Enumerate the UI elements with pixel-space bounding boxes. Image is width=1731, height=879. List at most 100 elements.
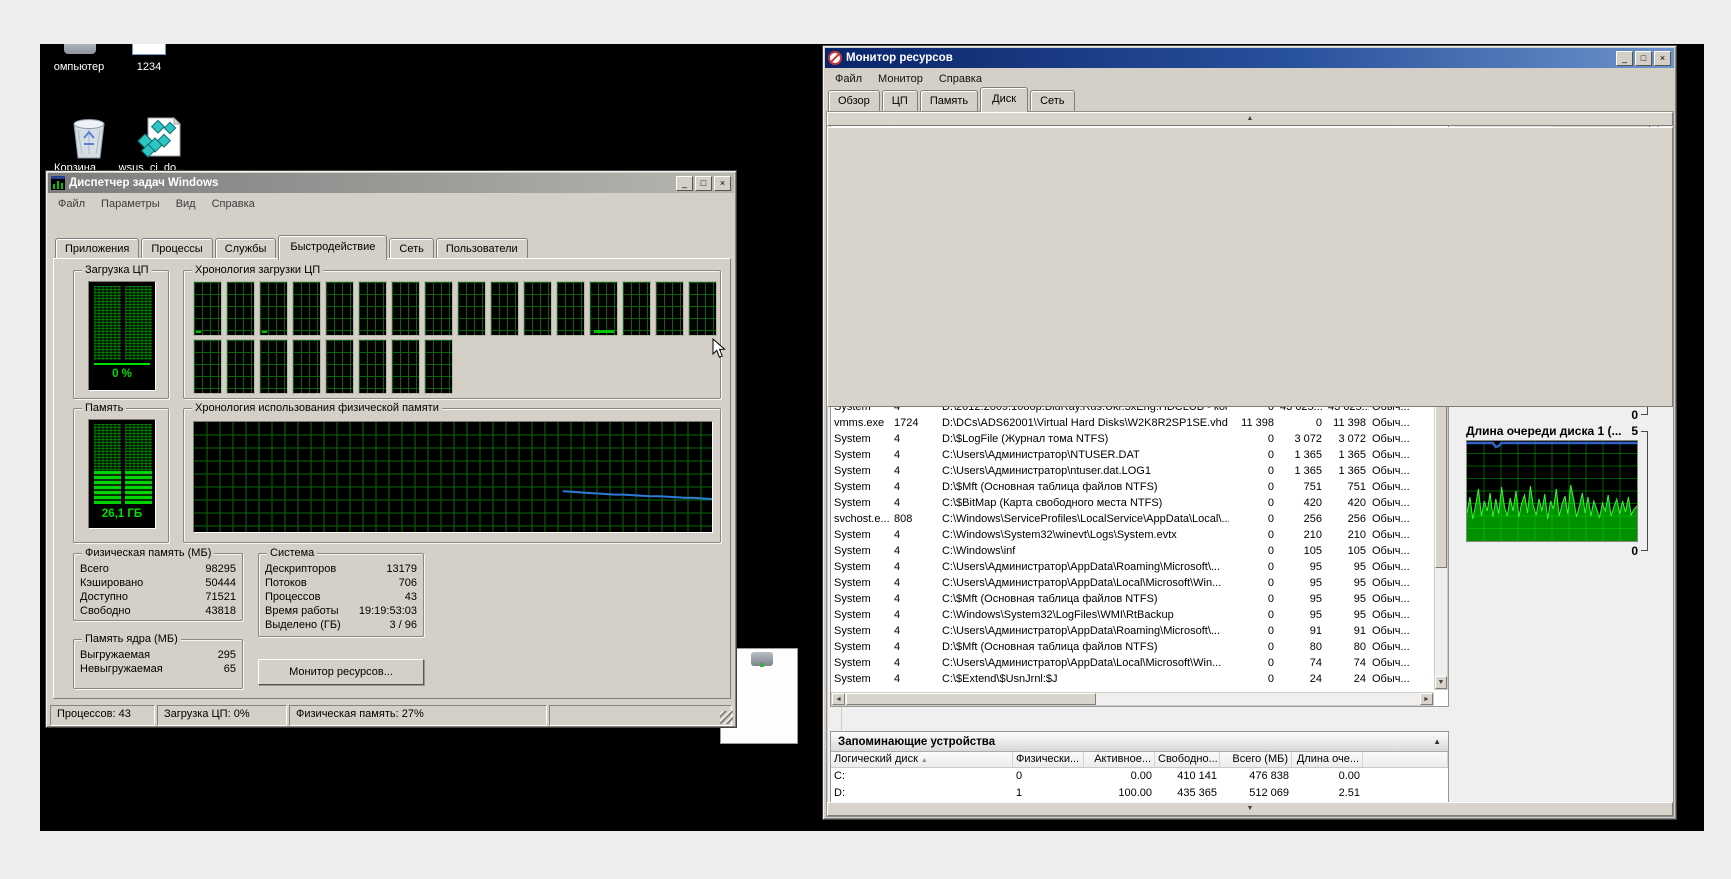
- rm-tab-0[interactable]: Обзор: [828, 90, 880, 111]
- scroll-left-button[interactable]: ◄: [832, 693, 845, 705]
- system-group: Система Дескрипторов13179Потоков706Проце…: [258, 553, 424, 637]
- resource-monitor-button[interactable]: Монитор ресурсов...: [258, 659, 424, 685]
- resource-monitor-icon: [828, 51, 842, 65]
- scroll-up-button[interactable]: ▲: [827, 112, 1673, 126]
- screenshot-frame: омпьютер 1234 Корзина: [0, 0, 1731, 879]
- cpu-activity-spark: [262, 331, 267, 333]
- minimize-button[interactable]: _: [1616, 51, 1633, 66]
- vertical-scrollbar[interactable]: ▲ ▼: [1434, 383, 1448, 690]
- close-button[interactable]: ×: [714, 176, 731, 191]
- cpu-usage-value: 0 %: [89, 368, 155, 380]
- table-row[interactable]: System4C:\Users\Администратор\ntuser.dat…: [831, 463, 1434, 479]
- desktop-icon-computer-label[interactable]: омпьютер: [40, 61, 118, 73]
- scroll-right-button[interactable]: ►: [1420, 693, 1433, 705]
- table-row[interactable]: System4C:\Windows\System32\LogFiles\WMI\…: [831, 607, 1434, 623]
- table-row[interactable]: System4C:\Users\Администратор\AppData\Lo…: [831, 655, 1434, 671]
- desktop-icon-1234-label[interactable]: 1234: [124, 61, 174, 73]
- tm-menu-item-2[interactable]: Вид: [168, 196, 204, 212]
- horizontal-scrollbar[interactable]: ◄ ►: [831, 692, 1434, 706]
- tm-tab-1[interactable]: Процессы: [141, 238, 212, 259]
- cpu-core-history-graph: [292, 281, 321, 336]
- memory-history-chart: [193, 421, 713, 533]
- scale-bracket: [1641, 431, 1648, 551]
- scrollbar-thumb[interactable]: [827, 127, 1673, 407]
- tab-strip: ПриложенияПроцессыСлужбыБыстродействиеСе…: [55, 235, 530, 259]
- rm-tab-2[interactable]: Память: [920, 90, 978, 111]
- table-row[interactable]: System4C:\Windows\inf0105105Обыч...: [831, 543, 1434, 559]
- tm-tab-4[interactable]: Сеть: [389, 238, 433, 259]
- table-row[interactable]: System4C:\Users\Администратор\AppData\Ro…: [831, 559, 1434, 575]
- graph-scale-label: 5: [1631, 424, 1638, 438]
- cpu-core-history-graph: [259, 281, 288, 336]
- cpu-core-history-graph: [325, 281, 354, 336]
- table-row[interactable]: System4D:\$Mft (Основная таблица файлов …: [831, 639, 1434, 655]
- column-header[interactable]: Всего (МБ): [1220, 752, 1292, 767]
- scrollbar-thumb[interactable]: [1435, 398, 1447, 568]
- tm-tab-2[interactable]: Службы: [215, 238, 277, 259]
- table-row[interactable]: System4C:\$Mft (Основная таблица файлов …: [831, 591, 1434, 607]
- close-button[interactable]: ×: [1654, 51, 1671, 66]
- title-bar[interactable]: Диспетчер задач Windows _□×: [48, 173, 734, 193]
- table-row[interactable]: System4C:\$Extend\$UsnJrnl:$J02424Обыч..…: [831, 671, 1434, 687]
- table-row[interactable]: System4D:\$Mft (Основная таблица файлов …: [831, 479, 1434, 495]
- tm-tab-3[interactable]: Быстродействие: [278, 235, 387, 260]
- table-row[interactable]: System4C:\Users\Администратор\NTUSER.DAT…: [831, 447, 1434, 463]
- table-row[interactable]: D:1100.00435 365512 0692.51: [831, 785, 1448, 802]
- menu-bar: ФайлМониторСправка: [825, 69, 1674, 88]
- rm-tab-4[interactable]: Сеть: [1030, 90, 1074, 111]
- collapse-icon[interactable]: ▲: [1433, 737, 1441, 746]
- resize-grip[interactable]: [720, 711, 733, 724]
- registry-file-icon: [136, 114, 182, 160]
- rm-menu-item-0[interactable]: Файл: [827, 71, 870, 87]
- cpu-core-history-graph: [523, 281, 552, 336]
- cpu-core-history-graph: [490, 281, 519, 336]
- column-header[interactable]: Физически...: [1013, 752, 1084, 767]
- graph-title-text: Длина очереди диска 1 (...: [1466, 424, 1622, 438]
- stat-row: Выгружаемая295: [80, 648, 236, 662]
- cpu-core-history-graph: [589, 281, 618, 336]
- cpu-core-history-graph: [193, 281, 222, 336]
- tm-menu-item-1[interactable]: Параметры: [93, 196, 168, 212]
- tm-menu-item-3[interactable]: Справка: [204, 196, 263, 212]
- column-header[interactable]: Активное...: [1084, 752, 1155, 767]
- title-bar[interactable]: Монитор ресурсов _□×: [825, 48, 1674, 68]
- column-header[interactable]: Свободно...: [1155, 752, 1220, 767]
- maximize-button[interactable]: □: [1635, 51, 1652, 66]
- cpu-core-history-graph: [424, 339, 453, 394]
- column-header[interactable]: Логический диск▲: [831, 752, 1013, 767]
- rm-menu-item-1[interactable]: Монитор: [870, 71, 931, 87]
- minimize-button[interactable]: _: [676, 176, 693, 191]
- disk-queue-d-graph: [1466, 440, 1638, 542]
- rm-tab-3[interactable]: Диск: [980, 87, 1028, 112]
- cpu-core-history-graph: [391, 281, 420, 336]
- rm-menu-item-2[interactable]: Справка: [931, 71, 990, 87]
- tm-tab-0[interactable]: Приложения: [55, 238, 139, 259]
- computer-icon[interactable]: [64, 44, 96, 54]
- table-row[interactable]: System4C:\Windows\System32\winevt\Logs\S…: [831, 527, 1434, 543]
- tm-menu-item-0[interactable]: Файл: [50, 196, 93, 212]
- scroll-down-button[interactable]: ▼: [827, 802, 1673, 816]
- tm-tab-5[interactable]: Пользователи: [436, 238, 528, 259]
- maximize-button[interactable]: □: [695, 176, 712, 191]
- scrollbar-thumb[interactable]: [846, 693, 1096, 705]
- zero-label: 0: [1631, 408, 1638, 422]
- table-row[interactable]: vmms.exe1724D:\DCs\ADS62001\Virtual Hard…: [831, 415, 1434, 431]
- table-row[interactable]: System4C:\Users\Администратор\AppData\Lo…: [831, 575, 1434, 591]
- table-row[interactable]: System4C:\$BitMap (Карта свободного мест…: [831, 495, 1434, 511]
- rm-tab-1[interactable]: ЦП: [882, 90, 918, 111]
- cpu-core-history-graph: [259, 339, 288, 394]
- column-header[interactable]: Длина оче...: [1292, 752, 1363, 767]
- column-header[interactable]: [1363, 752, 1448, 767]
- file-1234-icon[interactable]: [132, 44, 166, 55]
- tab-strip: ОбзорЦППамятьДискСеть: [828, 88, 1077, 111]
- table-row[interactable]: System4C:\Users\Администратор\AppData\Ro…: [831, 623, 1434, 639]
- task-manager-window: Диспетчер задач Windows _□× ФайлПараметр…: [45, 170, 737, 728]
- scroll-down-button[interactable]: ▼: [1435, 676, 1447, 689]
- section-title: Запоминающие устройства: [838, 736, 995, 748]
- table-row[interactable]: System4D:\$LogFile (Журнал тома NTFS)03 …: [831, 431, 1434, 447]
- table-row[interactable]: C:00.00410 141476 8380.00: [831, 768, 1448, 785]
- group-title: Память: [82, 402, 126, 414]
- memory-usage-gauge: 26,1 ГБ: [88, 419, 156, 529]
- table-row[interactable]: svchost.e...808C:\Windows\ServiceProfile…: [831, 511, 1434, 527]
- section-header[interactable]: Запоминающие устройства ▲: [831, 732, 1448, 752]
